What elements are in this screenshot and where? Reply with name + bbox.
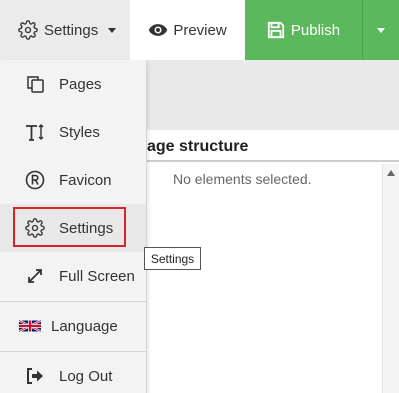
top-toolbar: Settings Preview Publish bbox=[0, 0, 399, 60]
logout-icon bbox=[24, 365, 46, 387]
uk-flag-icon bbox=[19, 315, 41, 337]
empty-state-text: No elements selected. bbox=[173, 171, 312, 187]
menu-item-label: Language bbox=[51, 317, 118, 335]
registered-icon bbox=[24, 169, 46, 191]
menu-item-label: Styles bbox=[59, 123, 100, 141]
publish-options-button[interactable] bbox=[362, 0, 399, 60]
menu-item-language[interactable]: Language bbox=[0, 302, 146, 350]
chevron-down-icon bbox=[377, 27, 385, 33]
preview-button[interactable]: Preview bbox=[130, 0, 245, 60]
publish-button-label: Publish bbox=[290, 21, 341, 39]
menu-item-settings[interactable]: Settings bbox=[0, 204, 146, 252]
settings-dropdown-menu: Pages Styles Favicon Settings Full Scree… bbox=[0, 60, 147, 393]
menu-item-styles[interactable]: Styles bbox=[0, 108, 146, 156]
pages-icon bbox=[24, 73, 46, 95]
settings-button-label: Settings bbox=[44, 21, 99, 39]
settings-tooltip: Settings bbox=[144, 247, 201, 270]
publish-button[interactable]: Publish bbox=[245, 0, 362, 60]
gear-icon bbox=[18, 20, 38, 40]
panel-title: age structure bbox=[147, 130, 399, 162]
preview-button-label: Preview bbox=[173, 21, 227, 39]
menu-item-label: Full Screen bbox=[59, 267, 135, 285]
menu-item-label: Settings bbox=[59, 219, 114, 237]
menu-item-label: Log Out bbox=[59, 367, 113, 385]
eye-icon bbox=[149, 24, 168, 36]
menu-item-favicon[interactable]: Favicon bbox=[0, 156, 146, 204]
text-size-icon bbox=[24, 121, 46, 143]
chevron-down-icon bbox=[108, 27, 117, 33]
menu-item-label: Pages bbox=[59, 75, 102, 93]
menu-item-label: Favicon bbox=[59, 171, 112, 189]
gear-icon bbox=[24, 217, 46, 239]
settings-dropdown-button[interactable]: Settings bbox=[0, 0, 130, 60]
scroll-up-arrow-icon[interactable] bbox=[387, 170, 395, 176]
scrollbar[interactable] bbox=[382, 164, 399, 393]
menu-item-pages[interactable]: Pages bbox=[0, 60, 146, 108]
expand-icon bbox=[24, 265, 46, 287]
menu-item-full-screen[interactable]: Full Screen bbox=[0, 252, 146, 300]
save-icon bbox=[267, 21, 284, 39]
menu-item-log-out[interactable]: Log Out bbox=[0, 352, 146, 393]
